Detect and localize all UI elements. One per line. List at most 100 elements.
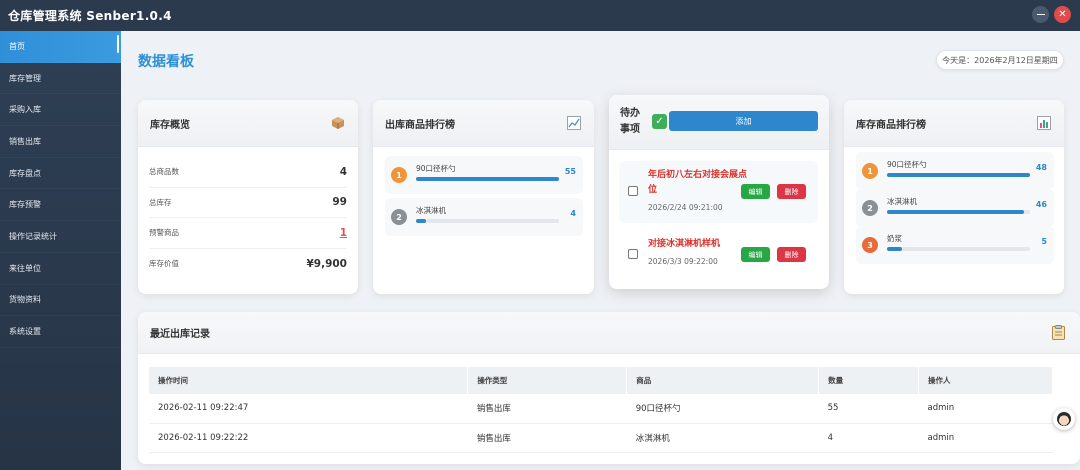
overview-value: ¥9,900 [306, 257, 347, 270]
rank-item: 3 奶浆 5 [856, 226, 1054, 264]
cell-operator: admin [918, 394, 1053, 424]
cell-operator: admin [918, 423, 1053, 453]
rank-value: 5 [1041, 237, 1047, 246]
bar-chart-icon [1036, 115, 1052, 131]
rank-item: 2 冰淇淋机 46 [856, 189, 1054, 227]
trend-chart-icon [566, 115, 582, 131]
cell-time: 2026-02-11 09:22:47 [149, 394, 468, 424]
sidebar-item-label: 库存盘点 [9, 168, 41, 178]
sidebar-item-home[interactable]: 首页 [0, 31, 121, 63]
rank-progress-track [887, 173, 1030, 177]
stock-rank-title: 库存商品排行榜 [856, 119, 926, 131]
sidebar: 首页 库存管理 采购入库 销售出库 库存盘点 库存预警 操作记录统计 来往单位 … [0, 31, 121, 470]
column-header-product: 商品 [626, 367, 820, 394]
close-button[interactable]: ✕ [1054, 6, 1071, 23]
rank-progress-fill [416, 177, 559, 181]
overview-card: 库存概览 总商品数 4 总库存 99 预警商品 1 库存价值 ¥9,900 [138, 100, 358, 294]
rank-product-name: 冰淇淋机 [416, 206, 446, 215]
sidebar-item-inventory[interactable]: 库存管理 [0, 63, 121, 95]
overview-row-total-products: 总商品数 4 [149, 157, 347, 188]
title-bar: 仓库管理系统 Senber1.0.4 ✕ [0, 0, 1080, 31]
sidebar-item-settings[interactable]: 系统设置 [0, 316, 121, 348]
overview-value: 99 [332, 196, 347, 209]
cell-type: 销售出库 [467, 394, 627, 424]
sidebar-item-sales-out[interactable]: 销售出库 [0, 126, 121, 158]
todo-title: 待办事项 [620, 108, 640, 135]
overview-title: 库存概览 [150, 119, 190, 131]
sidebar-item-stock-alert[interactable]: 库存预警 [0, 189, 121, 222]
cell-product: 90口径杯勺 [626, 394, 819, 424]
check-icon: ✓ [652, 114, 667, 129]
sidebar-item-purchase-in[interactable]: 采购入库 [0, 94, 121, 127]
sidebar-item-goods[interactable]: 货物资料 [0, 285, 121, 317]
sidebar-item-label: 库存管理 [9, 73, 41, 83]
avatar-icon [1057, 412, 1071, 426]
rank-progress-fill [416, 219, 427, 223]
sidebar-item-label: 操作记录统计 [9, 231, 57, 241]
todo-checkbox[interactable] [628, 249, 638, 259]
outbound-rank-card: 出库商品排行榜 1 90口径杯勺 55 2 冰淇淋机 4 [373, 100, 594, 294]
overview-row-stock-value: 库存价值 ¥9,900 [149, 249, 347, 280]
rank-badge: 1 [862, 163, 878, 179]
edit-todo-button[interactable]: 编辑 [741, 247, 770, 262]
todo-checkbox[interactable] [628, 186, 638, 196]
overview-row-total-stock: 总库存 99 [149, 188, 347, 218]
edit-todo-button[interactable]: 编辑 [741, 184, 770, 199]
sidebar-item-label: 首页 [9, 41, 25, 51]
todo-date: 2026/3/3 09:22:00 [648, 257, 718, 266]
outbound-rank-title: 出库商品排行榜 [385, 119, 455, 131]
table-header-row: 操作时间 操作类型 商品 数量 操作人 [149, 367, 1053, 394]
column-header-quantity: 数量 [818, 367, 920, 394]
sidebar-item-partners[interactable]: 来往单位 [0, 253, 121, 285]
today-date-badge: 今天是：2026年2月12日星期四 [936, 50, 1064, 70]
todo-item: 对接冰淇淋机样机 2026/3/3 09:22:00 编辑 删除 [619, 233, 818, 277]
overview-card-header: 库存概览 [138, 100, 358, 147]
rank-item: 1 90口径杯勺 48 [856, 152, 1054, 190]
recent-outbound-title: 最近出库记录 [150, 329, 210, 340]
rank-progress-track [416, 219, 559, 223]
cell-time: 2026-02-11 09:22:22 [149, 423, 468, 453]
rank-progress-fill [887, 247, 902, 251]
rank-badge: 1 [391, 167, 407, 183]
column-header-type: 操作类型 [467, 367, 628, 394]
add-todo-button[interactable]: 添加 [669, 111, 818, 131]
main-content: 数据看板 今天是：2026年2月12日星期四 库存概览 总商品数 4 总库存 9… [121, 31, 1080, 470]
sidebar-item-label: 采购入库 [9, 105, 41, 115]
assistant-avatar-button[interactable] [1053, 408, 1075, 430]
sidebar-item-label: 库存预警 [9, 200, 41, 210]
column-header-operator: 操作人 [918, 367, 1053, 394]
stock-rank-header: 库存商品排行榜 [844, 100, 1064, 147]
stock-rank-card: 库存商品排行榜 1 90口径杯勺 48 2 冰淇淋机 46 3 奶浆 5 [844, 100, 1064, 294]
recent-outbound-header: 最近出库记录 [138, 312, 1080, 354]
sidebar-item-label: 销售出库 [9, 136, 41, 146]
cell-product: 冰淇淋机 [626, 423, 819, 453]
rank-progress-track [887, 247, 1030, 251]
todo-item: 年后初八左右对接会展点位 2026/2/24 09:21:00 编辑 删除 [619, 161, 818, 223]
delete-todo-button[interactable]: 删除 [777, 184, 806, 199]
sidebar-item-label: 系统设置 [9, 327, 41, 337]
todo-date: 2026/2/24 09:21:00 [648, 203, 723, 212]
sidebar-item-stocktake[interactable]: 库存盘点 [0, 158, 121, 190]
app-title: 仓库管理系统 Senber1.0.4 [8, 9, 172, 23]
rank-badge: 2 [862, 200, 878, 216]
minimize-button[interactable] [1032, 6, 1049, 23]
sidebar-item-label: 货物资料 [9, 295, 41, 305]
rank-product-name: 90口径杯勺 [887, 160, 927, 169]
rank-badge: 3 [862, 237, 878, 253]
delete-todo-button[interactable]: 删除 [777, 247, 806, 262]
cell-quantity: 4 [818, 423, 919, 453]
cell-quantity: 55 [818, 394, 919, 424]
rank-product-name: 奶浆 [887, 234, 902, 243]
rank-item: 1 90口径杯勺 55 [385, 156, 583, 194]
rank-progress-fill [887, 173, 1030, 177]
alert-count-link[interactable]: 1 [340, 227, 347, 239]
todo-card: 待办事项 ✓ 添加 年后初八左右对接会展点位 2026/2/24 09:21:0… [609, 95, 829, 289]
cell-type: 销售出库 [467, 423, 627, 453]
overview-label: 库存价值 [149, 259, 179, 269]
rank-product-name: 冰淇淋机 [887, 197, 917, 206]
rank-item: 2 冰淇淋机 4 [385, 198, 583, 236]
sidebar-item-operation-stats[interactable]: 操作记录统计 [0, 221, 121, 253]
page-title: 数据看板 [138, 54, 194, 70]
rank-progress-track [416, 177, 559, 181]
rank-value: 4 [570, 209, 576, 218]
